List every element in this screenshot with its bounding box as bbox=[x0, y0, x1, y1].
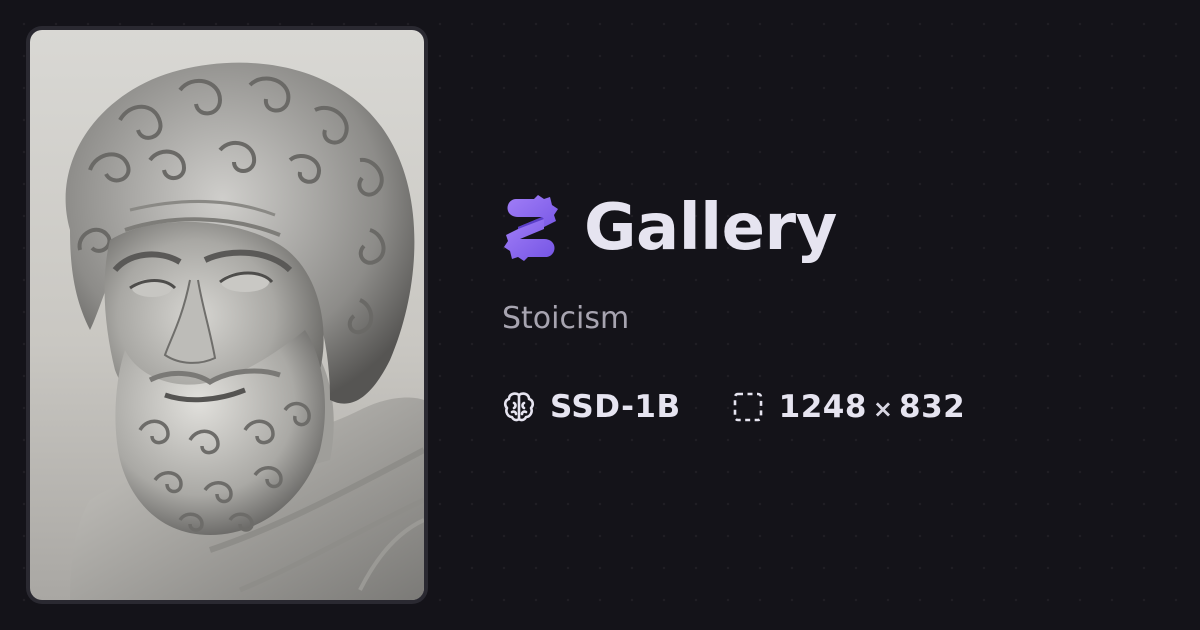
gallery-subtitle: Stoicism bbox=[502, 301, 630, 336]
gallery-logo-icon bbox=[504, 195, 558, 261]
model-info: SSD-1B bbox=[502, 390, 681, 424]
image-frame bbox=[30, 30, 424, 600]
model-name: SSD-1B bbox=[550, 388, 681, 425]
brain-icon bbox=[503, 392, 535, 422]
size-info: 1248 × 832 bbox=[731, 390, 966, 424]
page-title: Gallery bbox=[584, 191, 837, 265]
gallery-info: Gallery Stoicism SSD-1B 1248 × 832 bbox=[502, 180, 1162, 424]
title-row: Gallery bbox=[502, 180, 1162, 276]
image-width: 1248 bbox=[778, 388, 867, 425]
dimension-separator: × bbox=[872, 394, 894, 423]
bust-image bbox=[65, 62, 424, 600]
image-height: 832 bbox=[899, 388, 966, 425]
image-card[interactable] bbox=[26, 26, 428, 604]
dashed-frame-icon bbox=[733, 392, 762, 422]
image-dimensions: 1248 × 832 bbox=[778, 388, 966, 425]
image-meta: SSD-1B 1248 × 832 bbox=[502, 390, 1162, 424]
